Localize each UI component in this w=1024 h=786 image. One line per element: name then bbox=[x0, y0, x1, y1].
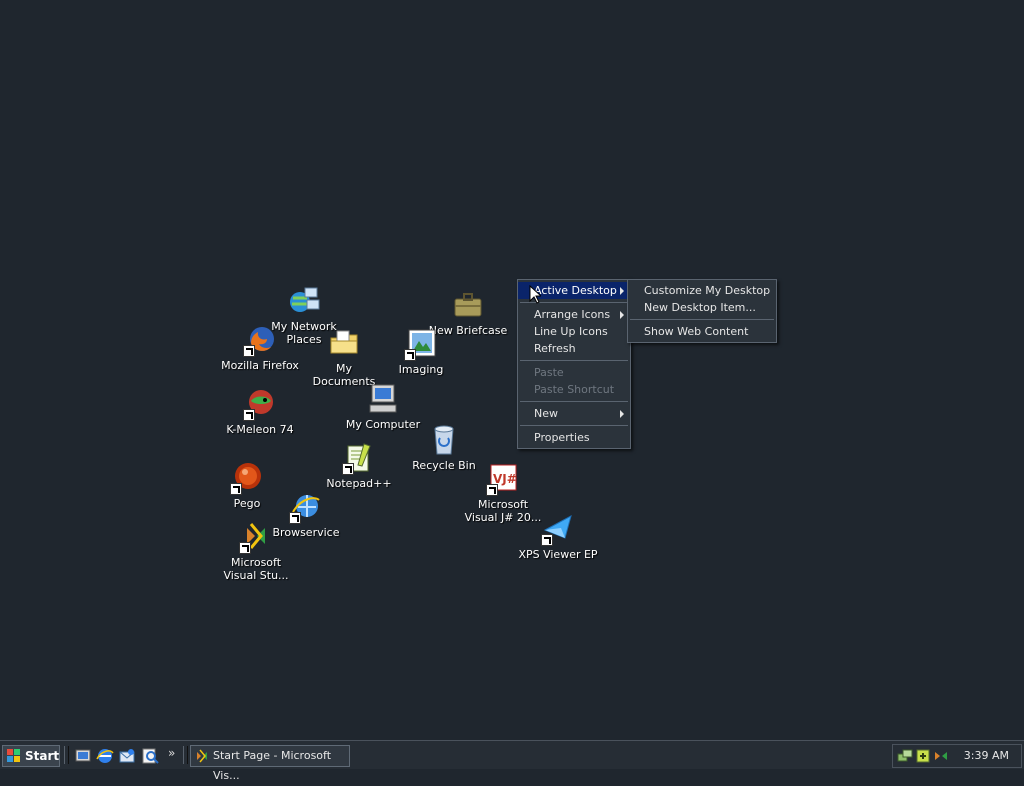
desktop-icon-label: Notepad++ bbox=[326, 477, 392, 490]
menu-item-label: Properties bbox=[534, 431, 590, 444]
menu-separator bbox=[630, 319, 774, 320]
desktop-context-menu: Active Desktop Arrange Icons Line Up Ico… bbox=[517, 279, 631, 449]
menu-item-label: Active Desktop bbox=[534, 284, 617, 297]
browservice-icon bbox=[289, 490, 323, 524]
desktop-icon-label: Imaging bbox=[398, 363, 444, 376]
windows-flag-icon bbox=[7, 749, 20, 762]
visual-studio-tray-icon[interactable] bbox=[933, 748, 949, 764]
shortcut-arrow-icon bbox=[230, 483, 242, 495]
shortcut-arrow-icon bbox=[239, 542, 251, 554]
outlook-express-icon[interactable] bbox=[118, 747, 136, 765]
menu-item-label: New bbox=[534, 407, 558, 420]
taskbar-button-label: Start Page - Microsoft Vis... bbox=[213, 749, 332, 782]
system-tray: 3:39 AM bbox=[892, 744, 1022, 768]
notepad-plus-plus-tray-icon[interactable] bbox=[915, 748, 931, 764]
menu-item-paste-shortcut[interactable]: Paste Shortcut bbox=[518, 381, 630, 398]
desktop[interactable]: My Network Places New Briefcase Mozilla … bbox=[0, 0, 1024, 740]
menu-item-label: Show Web Content bbox=[644, 325, 749, 338]
menu-item-label: Customize My Desktop bbox=[644, 284, 771, 297]
imaging-icon bbox=[404, 327, 438, 361]
start-label: Start bbox=[25, 749, 60, 763]
menu-item-label: Arrange Icons bbox=[534, 308, 611, 321]
quick-launch-chevron[interactable]: » bbox=[168, 746, 175, 760]
desktop-icon-label: Microsoft Visual Stu... bbox=[223, 556, 289, 582]
start-button[interactable]: Start bbox=[2, 745, 60, 767]
desktop-icon-xps-viewer-ep[interactable]: XPS Viewer EP bbox=[518, 512, 598, 561]
submenu-arrow-icon bbox=[620, 410, 624, 418]
menu-item-new-desktop-item[interactable]: New Desktop Item... bbox=[628, 299, 776, 316]
menu-item-new[interactable]: New bbox=[518, 405, 630, 422]
desktop-icon-notepad-plus-plus[interactable]: Notepad++ bbox=[319, 441, 399, 490]
network-places-icon bbox=[287, 284, 321, 318]
pego-icon bbox=[230, 461, 264, 495]
firefox-icon bbox=[243, 323, 277, 357]
menu-item-arrange-icons[interactable]: Arrange Icons bbox=[518, 306, 630, 323]
visual-j-sharp-icon: VJ# bbox=[486, 462, 520, 496]
menu-item-label: Paste bbox=[534, 366, 564, 379]
active-desktop-submenu: Customize My Desktop New Desktop Item...… bbox=[627, 279, 777, 343]
visual-studio-icon bbox=[239, 520, 273, 554]
briefcase-icon bbox=[451, 288, 485, 322]
menu-separator bbox=[520, 360, 628, 361]
shortcut-arrow-icon bbox=[243, 345, 255, 357]
network-tray-icon[interactable] bbox=[897, 748, 913, 764]
shortcut-arrow-icon bbox=[541, 534, 553, 546]
mouse-cursor-icon bbox=[529, 285, 541, 304]
xps-viewer-icon bbox=[541, 512, 575, 546]
desktop-icon-my-documents[interactable]: My Documents bbox=[304, 326, 384, 388]
menu-item-customize-my-desktop[interactable]: Customize My Desktop bbox=[628, 282, 776, 299]
show-desktop-icon[interactable] bbox=[74, 747, 92, 765]
internet-explorer-icon[interactable] bbox=[96, 747, 114, 765]
quick-launch-grip[interactable] bbox=[64, 746, 69, 764]
search-icon[interactable] bbox=[141, 747, 159, 765]
desktop-icon-microsoft-visual-studio[interactable]: Microsoft Visual Stu... bbox=[216, 520, 296, 582]
documents-folder-icon bbox=[327, 326, 361, 360]
menu-separator bbox=[520, 401, 628, 402]
shortcut-arrow-icon bbox=[342, 463, 354, 475]
taskbar-grip[interactable] bbox=[183, 746, 188, 764]
menu-item-properties[interactable]: Properties bbox=[518, 429, 630, 446]
menu-item-label: Line Up Icons bbox=[534, 325, 608, 338]
clock[interactable]: 3:39 AM bbox=[964, 749, 1009, 762]
visual-studio-icon bbox=[197, 749, 207, 763]
desktop-icon-label: Mozilla Firefox bbox=[221, 359, 299, 372]
desktop-icon-label: XPS Viewer EP bbox=[518, 548, 598, 561]
shortcut-arrow-icon bbox=[486, 484, 498, 496]
k-meleon-icon bbox=[243, 387, 277, 421]
menu-item-refresh[interactable]: Refresh bbox=[518, 340, 630, 357]
menu-item-line-up-icons[interactable]: Line Up Icons bbox=[518, 323, 630, 340]
taskbar-button-visual-studio[interactable]: Start Page - Microsoft Vis... bbox=[190, 745, 350, 782]
my-computer-icon bbox=[366, 382, 400, 416]
menu-item-show-web-content[interactable]: Show Web Content bbox=[628, 323, 776, 340]
menu-item-label: Paste Shortcut bbox=[534, 383, 615, 396]
submenu-arrow-icon bbox=[620, 311, 624, 319]
menu-item-paste[interactable]: Paste bbox=[518, 364, 630, 381]
recycle-bin-icon bbox=[427, 423, 461, 457]
shortcut-arrow-icon bbox=[404, 349, 416, 361]
desktop-icon-mozilla-firefox[interactable]: Mozilla Firefox bbox=[220, 323, 300, 372]
submenu-arrow-icon bbox=[620, 287, 624, 295]
menu-separator bbox=[520, 425, 628, 426]
desktop-icon-k-meleon[interactable]: K-Meleon 74 bbox=[220, 387, 300, 436]
taskbar: Start » Start Page - Microsoft Vis... 3:… bbox=[0, 740, 1024, 782]
notepad-plus-plus-icon bbox=[342, 441, 376, 475]
menu-item-label: New Desktop Item... bbox=[644, 301, 756, 314]
menu-item-label: Refresh bbox=[534, 342, 576, 355]
desktop-icon-label: K-Meleon 74 bbox=[226, 423, 294, 436]
shortcut-arrow-icon bbox=[243, 409, 255, 421]
desktop-icon-imaging[interactable]: Imaging bbox=[381, 327, 461, 376]
